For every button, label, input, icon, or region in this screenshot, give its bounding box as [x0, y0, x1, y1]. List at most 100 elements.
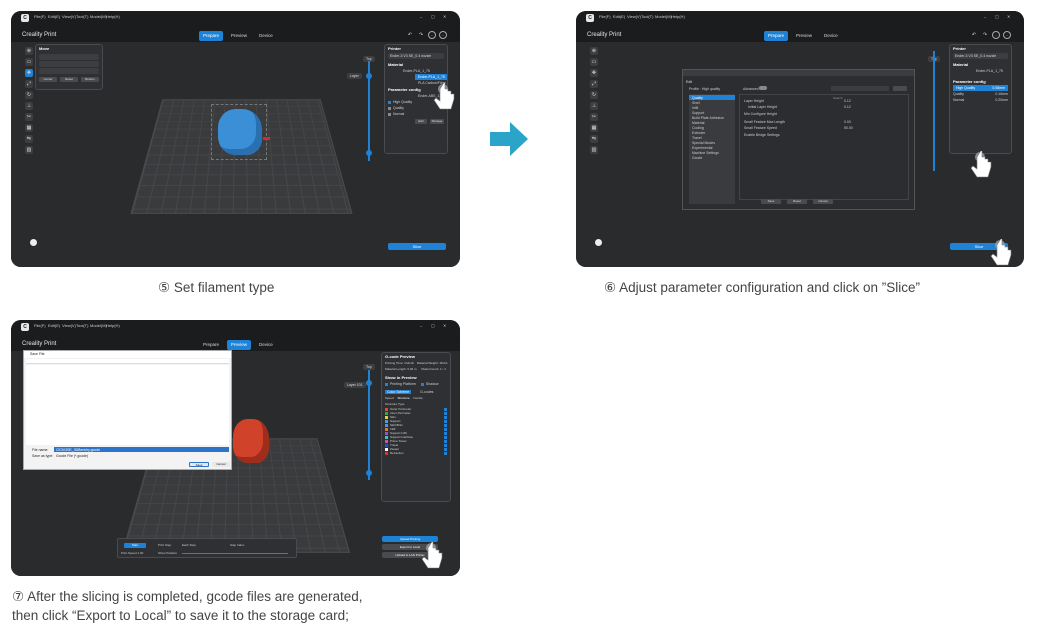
- scheme-tab-speed[interactable]: Speed: [385, 396, 394, 400]
- legend-checkbox[interactable]: [444, 412, 447, 415]
- rotate-icon[interactable]: ↻: [590, 91, 598, 99]
- edit-button[interactable]: Edit: [415, 119, 427, 124]
- user-icon[interactable]: ·: [439, 31, 447, 39]
- support-icon[interactable]: ⊥: [590, 102, 598, 110]
- menu-view[interactable]: View(V): [62, 323, 76, 328]
- slice-button[interactable]: Slice: [388, 243, 446, 250]
- redo-icon[interactable]: ↷: [417, 31, 425, 39]
- scale-icon[interactable]: ⤢: [590, 80, 598, 88]
- filename-input[interactable]: CE3V3SE_3DBenchy.gcode: [54, 447, 229, 452]
- menu-help[interactable]: Help(H): [106, 14, 120, 19]
- legend-checkbox[interactable]: [444, 424, 447, 427]
- tab-prepare[interactable]: Prepare: [199, 340, 223, 350]
- move-icon[interactable]: ✥: [590, 69, 598, 77]
- reset-button[interactable]: Reset: [60, 77, 78, 82]
- menu-edit[interactable]: Edit(E): [48, 323, 60, 328]
- scheme-tab-structure[interactable]: Structure: [398, 396, 410, 400]
- maximize-button[interactable]: ▢: [431, 14, 435, 19]
- tab-prepare[interactable]: Prepare: [199, 31, 224, 41]
- printer-select[interactable]: Ender-3 V3 SE_0.4 nozzle: [953, 53, 1008, 59]
- bottom-button[interactable]: Bottom: [81, 77, 99, 82]
- menu-file[interactable]: File(F): [34, 323, 46, 328]
- param-value[interactable]: 0.12: [844, 99, 851, 103]
- material-select[interactable]: Ender-PLA_1_75: [950, 68, 1011, 74]
- close-button[interactable]: ✕: [1007, 14, 1010, 19]
- list-icon[interactable]: ▭: [25, 58, 33, 66]
- legend-checkbox[interactable]: [444, 448, 447, 451]
- layout-icon[interactable]: ▦: [25, 124, 33, 132]
- move-x-input[interactable]: [39, 54, 99, 60]
- maximize-button[interactable]: ▢: [431, 323, 435, 328]
- add-model-icon[interactable]: ⊕: [25, 47, 33, 55]
- param-value[interactable]: 0.00: [844, 120, 851, 124]
- info-icon[interactable]: [30, 239, 37, 246]
- option-shadow[interactable]: Shadow: [426, 382, 439, 386]
- mirror-icon[interactable]: ⇋: [590, 135, 598, 143]
- user-icon[interactable]: ·: [1003, 31, 1011, 39]
- menu-model[interactable]: Model(M): [90, 14, 107, 19]
- layer-slider-bottom-knob[interactable]: [366, 470, 372, 476]
- tab-preview[interactable]: Preview: [227, 340, 252, 350]
- close-button[interactable]: ✕: [443, 323, 446, 328]
- category-gcode[interactable]: Gcode: [689, 155, 735, 160]
- dialog-search-button[interactable]: [893, 86, 907, 91]
- minimize-button[interactable]: –: [420, 14, 422, 19]
- cut-icon[interactable]: ✂: [25, 113, 33, 121]
- advanced-toggle[interactable]: [759, 86, 767, 90]
- undo-icon[interactable]: ↶: [970, 31, 978, 39]
- undo-icon[interactable]: ↶: [406, 31, 414, 39]
- play-start-button[interactable]: Start: [124, 543, 146, 548]
- step-mode-select[interactable]: Each Step: [182, 543, 196, 547]
- tab-preview[interactable]: Preview: [792, 31, 816, 41]
- layer-chip[interactable]: Layer: [347, 73, 362, 79]
- move-icon[interactable]: ✥: [25, 69, 33, 77]
- settings-icon[interactable]: ·: [428, 31, 436, 39]
- menu-tool[interactable]: Tool(T): [641, 14, 653, 19]
- legend-checkbox[interactable]: [444, 444, 447, 447]
- menu-edit[interactable]: Edit(E): [48, 14, 60, 19]
- maximize-button[interactable]: ▢: [995, 14, 999, 19]
- quality-row[interactable]: Normal 0.20mm: [950, 97, 1011, 103]
- list-icon[interactable]: ▭: [590, 58, 598, 66]
- tab-device[interactable]: Device: [255, 340, 277, 350]
- legend-checkbox[interactable]: [444, 440, 447, 443]
- option-printing-platform[interactable]: Printing Platform: [390, 382, 416, 386]
- reset-button[interactable]: Reset: [787, 199, 807, 204]
- info-icon[interactable]: [595, 239, 602, 246]
- save-button[interactable]: Save: [761, 199, 781, 204]
- save-file-button[interactable]: Save: [189, 462, 209, 467]
- param-value[interactable]: 50.00: [844, 126, 853, 130]
- step-progress-track[interactable]: [182, 553, 288, 554]
- rotate-icon[interactable]: ↻: [25, 91, 33, 99]
- menu-model[interactable]: Model(M): [90, 323, 107, 328]
- cancel-file-button[interactable]: Cancel: [212, 462, 230, 467]
- menu-help[interactable]: Help(H): [671, 14, 685, 19]
- tab-preview[interactable]: Preview: [227, 31, 251, 41]
- support-icon[interactable]: ⊥: [25, 102, 33, 110]
- legend-checkbox[interactable]: [444, 416, 447, 419]
- tab-device[interactable]: Device: [820, 31, 842, 41]
- move-z-input[interactable]: [39, 68, 99, 74]
- layer-slider-top-knob[interactable]: [366, 380, 372, 386]
- color-scheme-value[interactable]: G-codes: [420, 390, 433, 394]
- legend-checkbox[interactable]: [444, 428, 447, 431]
- layer-chip[interactable]: Layer 101: [344, 382, 366, 388]
- manage-button[interactable]: Manage: [430, 119, 444, 124]
- menu-file[interactable]: File(F): [34, 14, 46, 19]
- menu-edit[interactable]: Edit(E): [613, 14, 625, 19]
- dialog-search-input[interactable]: Search: [831, 86, 889, 100]
- tab-prepare[interactable]: Prepare: [764, 31, 789, 41]
- menu-model[interactable]: Model(M): [655, 14, 672, 19]
- cut-icon[interactable]: ✂: [590, 113, 598, 121]
- structure-legend-item[interactable]: Retraction: [382, 451, 450, 455]
- layer-slider-bottom-knob[interactable]: [366, 150, 372, 156]
- file-browser-area[interactable]: [26, 365, 229, 445]
- param-value[interactable]: 0.12: [844, 105, 851, 109]
- minimize-button[interactable]: –: [420, 323, 422, 328]
- redo-icon[interactable]: ↷: [981, 31, 989, 39]
- add-model-icon[interactable]: ⊕: [590, 47, 598, 55]
- filetype-value[interactable]: Gcode File (*.gcode): [56, 454, 88, 458]
- mirror-icon[interactable]: ⇋: [25, 135, 33, 143]
- scheme-tab-nozzle[interactable]: Nozzle: [414, 396, 423, 400]
- grid-icon[interactable]: ▥: [25, 146, 33, 154]
